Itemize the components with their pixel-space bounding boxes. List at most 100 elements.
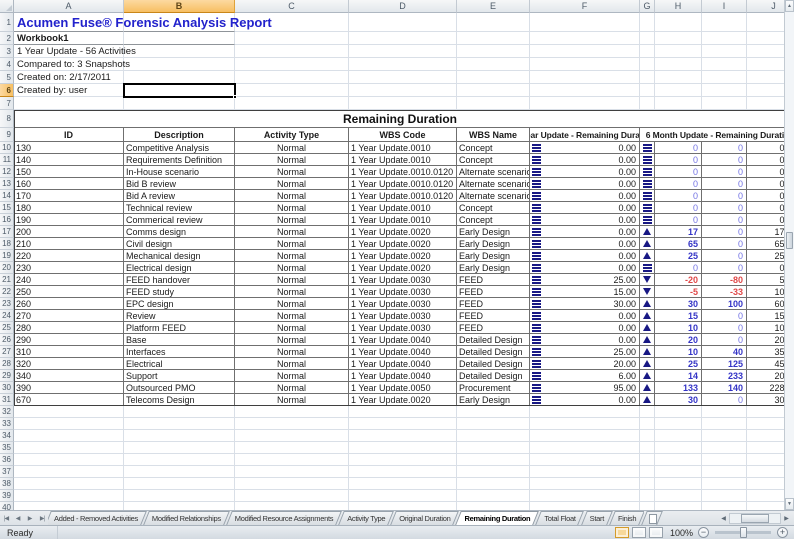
cell-remaining-1yr[interactable]: 0.00: [530, 166, 640, 178]
cell-change-pct-6mo[interactable]: 0: [702, 250, 747, 262]
cell-id[interactable]: 170: [14, 190, 124, 202]
cell-activity-type[interactable]: Normal: [235, 346, 349, 358]
cell-change-pct-6mo[interactable]: 0: [702, 322, 747, 334]
cell-change-6mo[interactable]: 0: [655, 262, 702, 274]
cell-remaining-6mo[interactable]: 5.00: [747, 274, 787, 286]
scroll-down-arrow-icon[interactable]: [785, 498, 794, 510]
cell-change-6mo[interactable]: 0: [655, 178, 702, 190]
hscroll-right-arrow-icon[interactable]: [781, 512, 792, 525]
cell-id[interactable]: 160: [14, 178, 124, 190]
row-header-24[interactable]: 24: [0, 310, 14, 322]
cell-change-6mo[interactable]: 0: [655, 166, 702, 178]
cell-trend-6mo[interactable]: [640, 370, 655, 382]
cell-change-6mo[interactable]: 0: [655, 154, 702, 166]
cell-remaining-6mo[interactable]: 0.00: [747, 178, 787, 190]
tab-scroll-last-button[interactable]: [36, 511, 48, 525]
column-header-c[interactable]: C: [235, 0, 349, 13]
cell-activity-type[interactable]: Normal: [235, 190, 349, 202]
cell-description[interactable]: Telecoms Design: [124, 394, 235, 406]
cell-id[interactable]: 310: [14, 346, 124, 358]
scroll-up-arrow-icon[interactable]: [785, 0, 794, 12]
row-header-31[interactable]: 31: [0, 394, 14, 406]
cell-description[interactable]: Base: [124, 334, 235, 346]
row-header-7[interactable]: 7: [0, 97, 14, 110]
cell-trend-6mo[interactable]: [640, 394, 655, 406]
sheet-tab-original-duration[interactable]: Original Duration: [393, 511, 456, 525]
sheet-tab-start[interactable]: Start: [584, 511, 610, 525]
cell-id[interactable]: 150: [14, 166, 124, 178]
cell-wbs-code[interactable]: 1 Year Update.0020: [349, 226, 457, 238]
cell-trend-6mo[interactable]: [640, 262, 655, 274]
cell-id[interactable]: 180: [14, 202, 124, 214]
horizontal-scrollbar-track[interactable]: [729, 513, 781, 524]
cell-wbs-name[interactable]: FEED: [457, 298, 530, 310]
cell-change-6mo[interactable]: 0: [655, 202, 702, 214]
cell-wbs-name[interactable]: Detailed Design: [457, 334, 530, 346]
cell-remaining-1yr[interactable]: 6.00: [530, 370, 640, 382]
column-header-b[interactable]: B: [124, 0, 235, 13]
row-header-3[interactable]: 3: [0, 45, 14, 58]
cell-description[interactable]: FEED study: [124, 286, 235, 298]
row-header-14[interactable]: 14: [0, 190, 14, 202]
cell-id[interactable]: 200: [14, 226, 124, 238]
cell-trend-6mo[interactable]: [640, 322, 655, 334]
cell-change-pct-6mo[interactable]: -80: [702, 274, 747, 286]
column-header-g[interactable]: G: [640, 0, 655, 13]
cell-id[interactable]: 130: [14, 142, 124, 154]
cell-change-pct-6mo[interactable]: 0: [702, 226, 747, 238]
row-header-37[interactable]: 37: [0, 466, 14, 478]
cell-change-pct-6mo[interactable]: 0: [702, 310, 747, 322]
cell-description[interactable]: Platform FEED: [124, 322, 235, 334]
cell-trend-6mo[interactable]: [640, 382, 655, 394]
cell-change-6mo[interactable]: -20: [655, 274, 702, 286]
cell-remaining-1yr[interactable]: 0.00: [530, 142, 640, 154]
cell-description[interactable]: Electrical: [124, 358, 235, 370]
row-header-16[interactable]: 16: [0, 214, 14, 226]
cell-description[interactable]: Outsourced PMO: [124, 382, 235, 394]
cell-remaining-6mo[interactable]: 60.00: [747, 298, 787, 310]
horizontal-scrollbar[interactable]: [718, 511, 794, 525]
cell-description[interactable]: Review: [124, 310, 235, 322]
cell-change-6mo[interactable]: 133: [655, 382, 702, 394]
column-header-e[interactable]: E: [457, 0, 530, 13]
row-header-38[interactable]: 38: [0, 478, 14, 490]
cell-id[interactable]: 390: [14, 382, 124, 394]
cell-activity-type[interactable]: Normal: [235, 202, 349, 214]
cell-change-pct-6mo[interactable]: 0: [702, 262, 747, 274]
cell-description[interactable]: Competitive Analysis: [124, 142, 235, 154]
cell-change-pct-6mo[interactable]: 233: [702, 370, 747, 382]
column-header-i[interactable]: I: [702, 0, 747, 13]
page-break-preview-button[interactable]: [649, 527, 663, 538]
column-header-f[interactable]: F: [530, 0, 640, 13]
cell-wbs-name[interactable]: FEED: [457, 322, 530, 334]
horizontal-scrollbar-thumb[interactable]: [741, 514, 769, 523]
cell-remaining-1yr[interactable]: 0.00: [530, 190, 640, 202]
cell-activity-type[interactable]: Normal: [235, 310, 349, 322]
cell-change-pct-6mo[interactable]: 40: [702, 346, 747, 358]
insert-worksheet-tab[interactable]: [644, 511, 660, 525]
cell-remaining-6mo[interactable]: 20.00: [747, 370, 787, 382]
row-header-25[interactable]: 25: [0, 322, 14, 334]
cell-activity-type[interactable]: Normal: [235, 298, 349, 310]
cell-description[interactable]: Requirements Definition: [124, 154, 235, 166]
cell-remaining-6mo[interactable]: 10.00: [747, 322, 787, 334]
cell-trend-6mo[interactable]: [640, 298, 655, 310]
column-header-a[interactable]: A: [14, 0, 124, 13]
cell-trend-6mo[interactable]: [640, 178, 655, 190]
row-header-5[interactable]: 5: [0, 71, 14, 84]
cell-wbs-code[interactable]: 1 Year Update.0010: [349, 154, 457, 166]
row-header-22[interactable]: 22: [0, 286, 14, 298]
cell-trend-6mo[interactable]: [640, 310, 655, 322]
row-header-27[interactable]: 27: [0, 346, 14, 358]
cell-wbs-name[interactable]: Detailed Design: [457, 358, 530, 370]
row-header-15[interactable]: 15: [0, 202, 14, 214]
cell-wbs-code[interactable]: 1 Year Update.0030: [349, 286, 457, 298]
cell-remaining-1yr[interactable]: 0.00: [530, 214, 640, 226]
cell-wbs-code[interactable]: 1 Year Update.0050: [349, 382, 457, 394]
cell-wbs-name[interactable]: Alternate scenario: [457, 190, 530, 202]
cell-wbs-code[interactable]: 1 Year Update.0030: [349, 298, 457, 310]
cell-remaining-1yr[interactable]: 30.00: [530, 298, 640, 310]
cell-id[interactable]: 220: [14, 250, 124, 262]
cell-change-6mo[interactable]: 30: [655, 394, 702, 406]
cell-id[interactable]: 270: [14, 310, 124, 322]
